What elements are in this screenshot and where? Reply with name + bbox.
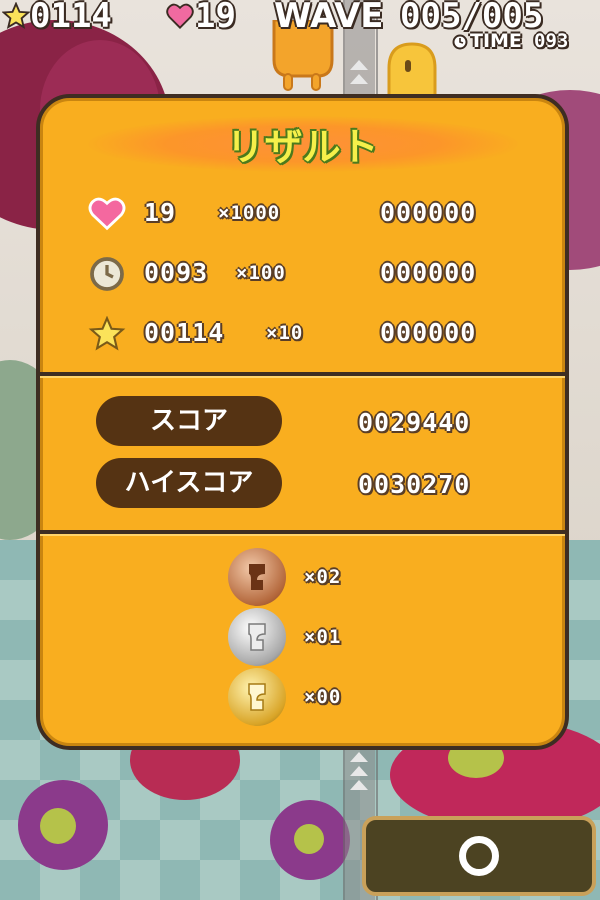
gold-medal-count: ×00 (304, 686, 342, 708)
background-flower-center-2 (294, 824, 324, 854)
star-count: 0114 (30, 0, 112, 36)
bonus-multiplier: ×1000 (218, 202, 281, 224)
score-value: 0029440 (358, 408, 471, 437)
bronze-medal-icon (228, 548, 286, 606)
silver-medal-count: ×01 (304, 626, 342, 648)
bonus-row-time: 0093 ×100 000000 (40, 254, 565, 294)
lane-arrow-icon (350, 60, 368, 70)
bonus-count: 00114 (144, 318, 225, 347)
bonus-row-hearts: 19 ×1000 000000 (40, 194, 565, 234)
circle-ok-icon (459, 836, 499, 876)
clock-icon (90, 257, 124, 291)
time-value: 093 (534, 30, 569, 52)
clock-icon (452, 34, 468, 50)
bonus-points: 000000 (380, 258, 477, 287)
result-panel: リザルト 19 ×1000 000000 0093 ×100 000000 00… (36, 94, 569, 750)
bonus-points: 000000 (380, 318, 477, 347)
bonus-count: 19 (144, 198, 177, 227)
star-icon (2, 2, 30, 30)
highscore-label: ハイスコア (96, 458, 282, 508)
bonus-row-stars: 00114 ×10 000000 (40, 314, 565, 354)
result-title: リザルト (226, 125, 379, 169)
bonus-multiplier: ×10 (266, 322, 304, 344)
wave-label: WAVE (274, 0, 384, 36)
panel-divider (40, 372, 565, 378)
bonus-multiplier: ×100 (236, 262, 286, 284)
time-label: TIME (470, 30, 522, 52)
score-label: スコア (96, 396, 282, 446)
heart-count: 19 (195, 0, 236, 36)
lane-arrow-icon (350, 780, 368, 790)
lane-arrow-icon (350, 766, 368, 776)
gold-medal-icon (228, 668, 286, 726)
lane-arrow-icon (350, 74, 368, 84)
bonus-points: 000000 (380, 198, 477, 227)
bonus-count: 0093 (144, 258, 209, 287)
star-icon (88, 316, 126, 351)
silver-medal-icon (228, 608, 286, 666)
background-flower-center (40, 808, 76, 844)
lane-arrow-icon (350, 752, 368, 762)
bronze-medal-count: ×02 (304, 566, 342, 588)
highscore-value: 0030270 (358, 470, 471, 499)
ok-button[interactable] (362, 816, 596, 896)
heart-icon (166, 3, 194, 29)
heart-icon (88, 197, 126, 231)
hud-bar: 0114 19 WAVE 005/005 TIME 093 (0, 0, 600, 60)
panel-divider (40, 530, 565, 536)
